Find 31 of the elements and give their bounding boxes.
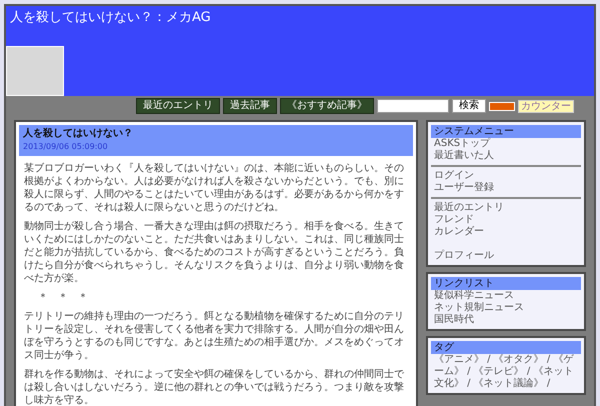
blog-title[interactable]: 人を殺してはいけない？：メカAG xyxy=(6,6,215,30)
sidebar-link[interactable]: 疑似科学ニュース xyxy=(431,290,581,302)
search-button[interactable]: 検索 xyxy=(452,99,486,113)
panel-title: システムメニュー xyxy=(431,125,581,138)
section-separator: ＊ ＊ ＊ xyxy=(37,291,89,304)
sidebar-link[interactable]: 最近書いた人 xyxy=(431,150,581,162)
sidebar-link[interactable]: 国民時代 xyxy=(431,314,581,326)
post-title: 人を殺してはいけない？ xyxy=(23,126,134,141)
sidebar-link[interactable]: ネット規制ニュース xyxy=(431,302,581,314)
sidebar-link[interactable]: フレンド xyxy=(431,214,581,226)
counter-badge[interactable]: カウンター xyxy=(518,100,574,112)
tag-list[interactable]: 《アニメ》 / 《オタク》 / 《ゲーム》 / 《テレビ》 / 《ネット文化》 / 《ネット議論》 / xyxy=(431,354,581,390)
post-date: 2013/09/06 05:09:00 xyxy=(23,141,109,153)
sidebar-link[interactable]: プロフィール xyxy=(431,250,581,262)
nav-link[interactable]: 《おすすめ記事》 xyxy=(280,98,374,114)
banner-badge-icon[interactable] xyxy=(489,102,515,110)
post-paragraph: 某ブロブロガーいわく『人を殺してはいけない』のは、本能に近いものらしい。その根拠がよくわからない。人は必要がなければ人を殺さないからだという。でも、別に殺人に限らず、人間のやることはたいてい理由があるはず。必要があるから何かをするのであって、それは殺人に限らないと思うのだけどね。 xyxy=(24,162,405,214)
panel-title: リンクリスト xyxy=(431,277,581,290)
search-field[interactable] xyxy=(377,99,449,113)
sidebar-link[interactable]: ユーザー登録 xyxy=(431,182,581,194)
sidebar-link[interactable]: カレンダー xyxy=(431,226,581,238)
panel-title: タグ xyxy=(431,341,581,354)
sidebar-link[interactable]: ログイン xyxy=(431,170,581,182)
post-paragraph: 群れを作る動物は、それによって安全や餌の確保をしているから、群れの仲間同士では殺し合いはしないだろう。逆に他の群れとの争いでは戦うだろう。つまり敵を攻撃し味方を守る。 xyxy=(24,368,405,406)
nav-link[interactable]: 過去記事 xyxy=(223,98,277,114)
sidebar-link[interactable]: ASKSトップ xyxy=(431,138,581,150)
post-paragraph: 動物同士が殺し合う場合、一番大きな理由は餌の摂取だろう。相手を食べる。生きていくためにはしかたのないこと。ただ共食いはあまりしない。これは、同じ種族同士だと能力が拮抗しているから、食べるためのコストが高すぎるということだろう。負けたら自分が食べられちゃうし。そんなリスクを負うよりは、自分より弱い動物を食べた方が楽。 xyxy=(24,220,405,285)
photo-placeholder xyxy=(6,46,64,96)
sidebar-link[interactable]: 最近のエントリ xyxy=(431,202,581,214)
nav-link[interactable]: 最近のエントリ xyxy=(136,98,220,114)
post-paragraph: テリトリーの維持も理由の一つだろう。餌となる動植物を確保するために自分のテリトリーを設定し、それを侵害してくる他者を実力で排除する。人間が自分の畑や田んぼを守ろうとするのも同じですな。あとは生殖ための相手選びか。メスをめぐってオス同士が争う。 xyxy=(24,310,405,362)
